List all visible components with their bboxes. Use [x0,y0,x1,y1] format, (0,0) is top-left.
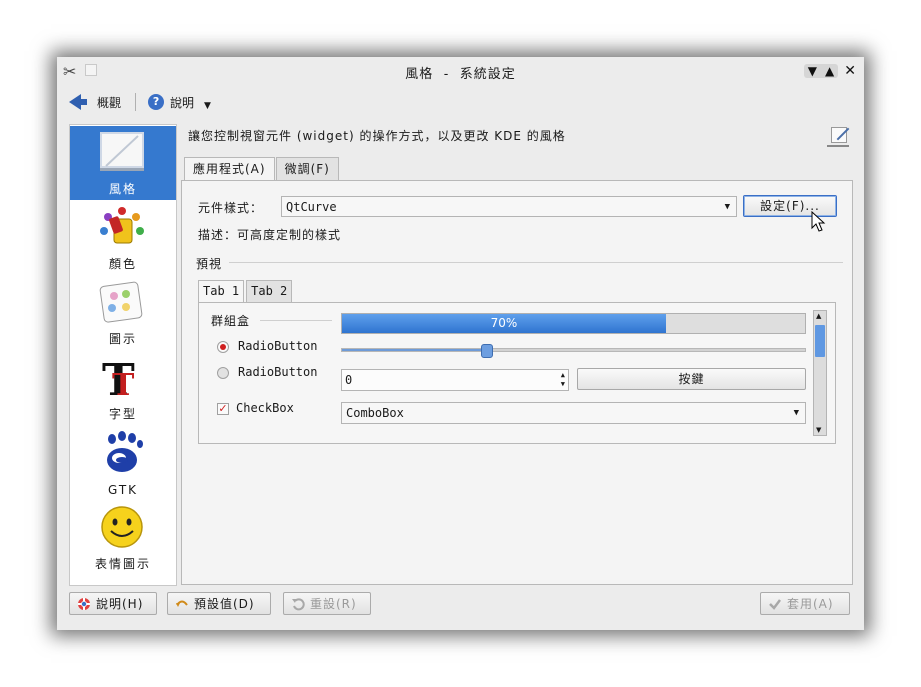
checkbox[interactable]: ✓ [217,403,229,415]
scroll-up-icon[interactable]: ▲ [816,312,821,320]
icons-icon [99,281,143,323]
radio-button-2-label: RadioButton [238,365,318,379]
sidebar-item-gtk[interactable]: GTK [70,426,176,500]
apply-button[interactable]: 套用(A) [760,592,850,615]
window-controls-group: ▼ ▲ [803,64,839,78]
sidebar-item-colors[interactable]: 顏色 [70,201,176,275]
close-icon[interactable]: ✕ [844,64,856,78]
preview-section-divider [229,262,843,263]
chevron-down-icon: ▼ [204,101,211,111]
maximize-icon[interactable]: ▲ [825,64,834,78]
main-tab-bar: 應用程式(A) 微調(F) [184,157,340,182]
radio-button-1-label: RadioButton [238,339,318,353]
spin-box[interactable]: 0 ▲ ▼ [341,369,569,391]
gtk-icon [107,431,143,472]
dialog-button-bar: 說明(H) 預設值(D) 重設(R) 套用(A) [69,592,852,618]
widget-style-label: 元件樣式： [198,201,264,215]
tab-preview-2[interactable]: Tab 2 [246,280,293,302]
preview-combobox[interactable]: ComboBox ▼ [341,402,806,424]
mouse-cursor-icon [811,211,826,232]
apply-button-label: 套用(A) [787,597,834,611]
spin-arrows-icon[interactable]: ▲ ▼ [561,371,565,389]
widget-style-combo[interactable]: QtCurve ▼ [281,196,737,217]
overview-button[interactable]: 概觀 [69,94,121,111]
reset-icon [292,598,305,611]
sidebar-item-icons[interactable]: 圖示 [70,276,176,350]
help-menu-button[interactable]: ? 說明 ▼ [148,93,211,111]
checkmark-icon [769,599,781,610]
fonts-icon: T T [102,355,135,399]
toolbar-separator [135,93,137,111]
toolbar: 概觀 ? 說明 ▼ [69,91,211,113]
sidebar-item-label: 字型 [108,407,137,421]
radio-button-1[interactable] [217,341,229,353]
sidebar-item-fonts[interactable]: T T 字型 [70,351,176,425]
defaults-button[interactable]: 預設值(D) [167,592,271,615]
groupbox-title: 群組盒 [211,314,251,328]
tab-preview-1[interactable]: Tab 1 [198,280,245,303]
preview-tab-bar: Tab 1 Tab 2 [198,280,294,303]
module-description: 讓您控制視窗元件 (widget) 的操作方式，以及更改 KDE 的風格 [188,129,566,143]
svg-text:T: T [112,368,135,399]
sidebar-item-label: 圖示 [108,332,137,346]
groupbox-divider [260,320,332,321]
widget-style-value: QtCurve [286,200,337,214]
module-sidebar: 風格 顏色 圖示 T T 字型 GTK 表情圖示 [69,124,177,586]
spin-box-value: 0 [345,373,353,387]
minimize-icon[interactable]: ▼ [808,64,817,78]
reset-button-label: 重設(R) [310,597,357,611]
emoticons-icon [101,506,143,548]
slider-handle[interactable] [481,344,493,358]
sidebar-item-label: 顏色 [108,257,137,271]
checkbox-label: CheckBox [236,401,294,415]
push-button[interactable]: 按鍵 [577,368,806,390]
help-button[interactable]: 說明(H) [69,592,157,615]
style-module-icon [827,127,849,147]
scrollbar-thumb[interactable] [815,325,825,357]
tab-applications[interactable]: 應用程式(A) [184,157,275,182]
back-arrow-icon [69,94,87,110]
slider[interactable] [341,344,806,358]
chevron-down-icon: ▼ [724,202,730,212]
sidebar-item-label: GTK [107,483,139,497]
window-title: 風格 - 系統設定 [405,67,516,82]
chevron-down-icon: ▼ [793,408,799,418]
tab-fine-tuning[interactable]: 微調(F) [275,157,339,181]
progress-text: 70% [490,316,518,330]
sidebar-item-label: 表情圖示 [94,557,151,571]
help-label: 說明 [170,95,195,110]
help-icon: ? [148,94,165,110]
lifebuoy-icon [78,598,90,610]
defaults-button-label: 預設值(D) [194,597,255,611]
progress-bar: 70% [341,313,806,334]
sidebar-item-emoticons[interactable]: 表情圖示 [70,501,176,575]
colors-icon [100,207,144,244]
sidebar-item-style[interactable]: 風格 [70,126,176,200]
reset-button[interactable]: 重設(R) [283,592,371,615]
preview-combobox-value: ComboBox [346,406,404,420]
window-controls: ▼ ▲ ✕ [803,64,856,78]
scroll-down-icon[interactable]: ▼ [816,426,821,434]
overview-label: 概觀 [97,95,122,110]
slider-fill [342,349,486,351]
preview-section-label: 預視 [196,257,223,271]
system-settings-window: ✂ 風格 - 系統設定 ▼ ▲ ✕ 概觀 ? 說明 ▼ 風格 顏色 圖示 T T… [57,57,864,630]
sidebar-item-label: 風格 [108,182,137,196]
title-bar[interactable]: ✂ 風格 - 系統設定 ▼ ▲ ✕ [57,57,864,85]
style-icon [100,132,144,171]
help-button-label: 說明(H) [96,597,144,611]
radio-button-2[interactable] [217,367,229,379]
preview-scrollbar[interactable]: ▲ ▼ [813,310,827,436]
defaults-icon [176,600,188,607]
style-description: 描述：可高度定制的樣式 [198,228,342,242]
